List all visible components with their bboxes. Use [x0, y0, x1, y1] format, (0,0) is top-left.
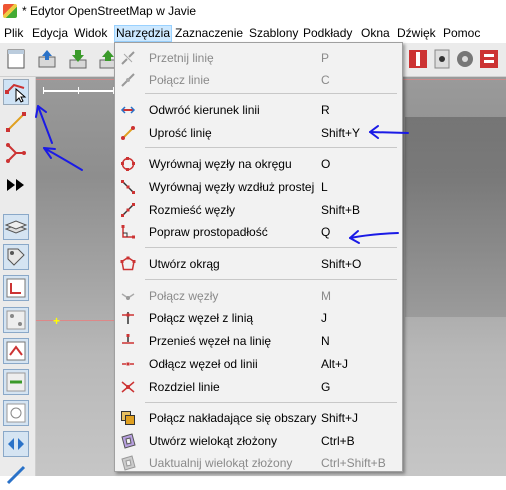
relation-icon[interactable]	[3, 275, 29, 301]
menu-szablony[interactable]: Szablony	[249, 26, 298, 41]
draw-mode-icon[interactable]	[4, 110, 28, 134]
play-forward-icon[interactable]	[4, 173, 28, 197]
menu-okna[interactable]: Okna	[361, 26, 390, 41]
toolbar-icon-b[interactable]	[431, 48, 453, 70]
menu-separator	[145, 147, 397, 148]
menu-item-create-circle[interactable]: Utwórz okrąg Shift+O	[117, 253, 400, 275]
reverse-way-icon	[120, 102, 136, 118]
menu-zaznaczenie[interactable]: Zaznaczenie	[175, 26, 243, 41]
merge-nodes-icon	[120, 288, 136, 304]
menu-item-reverse-way[interactable]: Odwróć kierunek linii R	[117, 99, 400, 121]
align-line-icon	[120, 179, 136, 195]
map-node-marker[interactable]: +	[53, 314, 60, 328]
menu-podklady[interactable]: Podkłady	[303, 26, 352, 41]
menu-dzwiek[interactable]: Dźwięk	[397, 26, 436, 41]
josm-app-icon	[3, 4, 17, 18]
align-circle-icon	[120, 156, 136, 172]
move-node-onto-way-icon	[120, 333, 136, 349]
menu-item-move-node-onto-way[interactable]: Przenieś węzeł na linię N	[117, 330, 400, 352]
menu-item-simplify-way[interactable]: Uprość linię Shift+Y	[117, 122, 400, 144]
menu-bar: Plik Edycja Widok Narzędzia Zaznaczenie …	[0, 24, 506, 43]
combine-way-icon	[120, 72, 136, 88]
title-bar: * Edytor OpenStreetMap w Javie	[0, 0, 506, 24]
join-node-way-icon	[120, 310, 136, 326]
left-toolbar	[0, 77, 36, 485]
menu-widok[interactable]: Widok	[74, 26, 107, 41]
menu-narzedzia[interactable]: Narzędzia	[113, 25, 173, 42]
changeset-icon[interactable]	[3, 369, 29, 395]
tags-icon[interactable]	[3, 244, 29, 270]
extra-tool-icon[interactable]	[4, 463, 28, 487]
create-circle-icon	[120, 256, 136, 272]
disconnect-node-icon	[120, 356, 136, 372]
history-icon[interactable]	[3, 400, 29, 426]
open-file-icon[interactable]	[36, 48, 58, 70]
improve-way-icon[interactable]	[4, 141, 28, 165]
menu-edycja[interactable]: Edycja	[32, 26, 68, 41]
select-mode-icon[interactable]	[3, 79, 29, 105]
menu-item-join-node-way[interactable]: Połącz węzeł z linią J	[117, 307, 400, 329]
menu-item-combine-way[interactable]: Połącz linie C	[117, 69, 400, 91]
split-way-icon	[120, 50, 136, 66]
menu-item-orthogonalize[interactable]: Popraw prostopadłość Q	[117, 221, 400, 243]
menu-separator	[145, 247, 397, 248]
scale-tick	[43, 87, 44, 94]
nodes-icon[interactable]	[3, 307, 29, 333]
download-icon[interactable]	[67, 48, 89, 70]
distribute-nodes-icon	[120, 202, 136, 218]
toolbar-icon-d[interactable]	[478, 48, 500, 70]
menu-plik[interactable]: Plik	[4, 26, 23, 41]
simplify-way-icon	[120, 125, 136, 141]
window-title: * Edytor OpenStreetMap w Javie	[22, 4, 197, 18]
menu-separator	[145, 93, 397, 94]
orthogonalize-icon	[120, 224, 136, 240]
join-areas-icon	[120, 410, 136, 426]
map-imagery-shadow	[405, 117, 506, 317]
menu-item-distribute-nodes[interactable]: Rozmieść węzły Shift+B	[117, 199, 400, 221]
layers-icon[interactable]	[3, 214, 29, 240]
new-layer-icon[interactable]	[5, 48, 27, 70]
toolbar-icon-c[interactable]	[454, 48, 476, 70]
menu-item-align-line[interactable]: Wyrównaj węzły wzdłuż prostej L	[117, 176, 400, 198]
unglue-ways-icon	[120, 379, 136, 395]
menu-separator	[145, 402, 397, 403]
menu-item-unglue-ways[interactable]: Rozdziel linie G	[117, 376, 400, 398]
scale-tick	[78, 87, 79, 94]
validator-icon[interactable]	[3, 338, 29, 364]
menu-item-update-multipolygon[interactable]: Uaktualnij wielokąt złożony Ctrl+Shift+B	[117, 452, 400, 474]
conflict-icon[interactable]	[3, 431, 29, 457]
menu-item-split-way[interactable]: Przetnij linię P	[117, 47, 400, 69]
tools-menu-dropdown: Przetnij linię P Połącz linie C Odwróć k…	[114, 42, 403, 472]
menu-item-disconnect-node[interactable]: Odłącz węzeł od linii Alt+J	[117, 353, 400, 375]
toggle-wireframe-icon[interactable]	[407, 48, 429, 70]
menu-separator	[145, 279, 397, 280]
menu-item-align-circle[interactable]: Wyrównaj węzły na okręgu O	[117, 153, 400, 175]
create-multipolygon-icon	[120, 433, 136, 449]
menu-item-merge-nodes[interactable]: Połącz węzły M	[117, 285, 400, 307]
menu-item-create-multipolygon[interactable]: Utwórz wielokąt złożony Ctrl+B	[117, 430, 400, 452]
menu-pomoc[interactable]: Pomoc	[443, 26, 480, 41]
update-multipolygon-icon	[120, 455, 136, 471]
menu-item-join-areas[interactable]: Połącz nakładające się obszary Shift+J	[117, 407, 400, 429]
